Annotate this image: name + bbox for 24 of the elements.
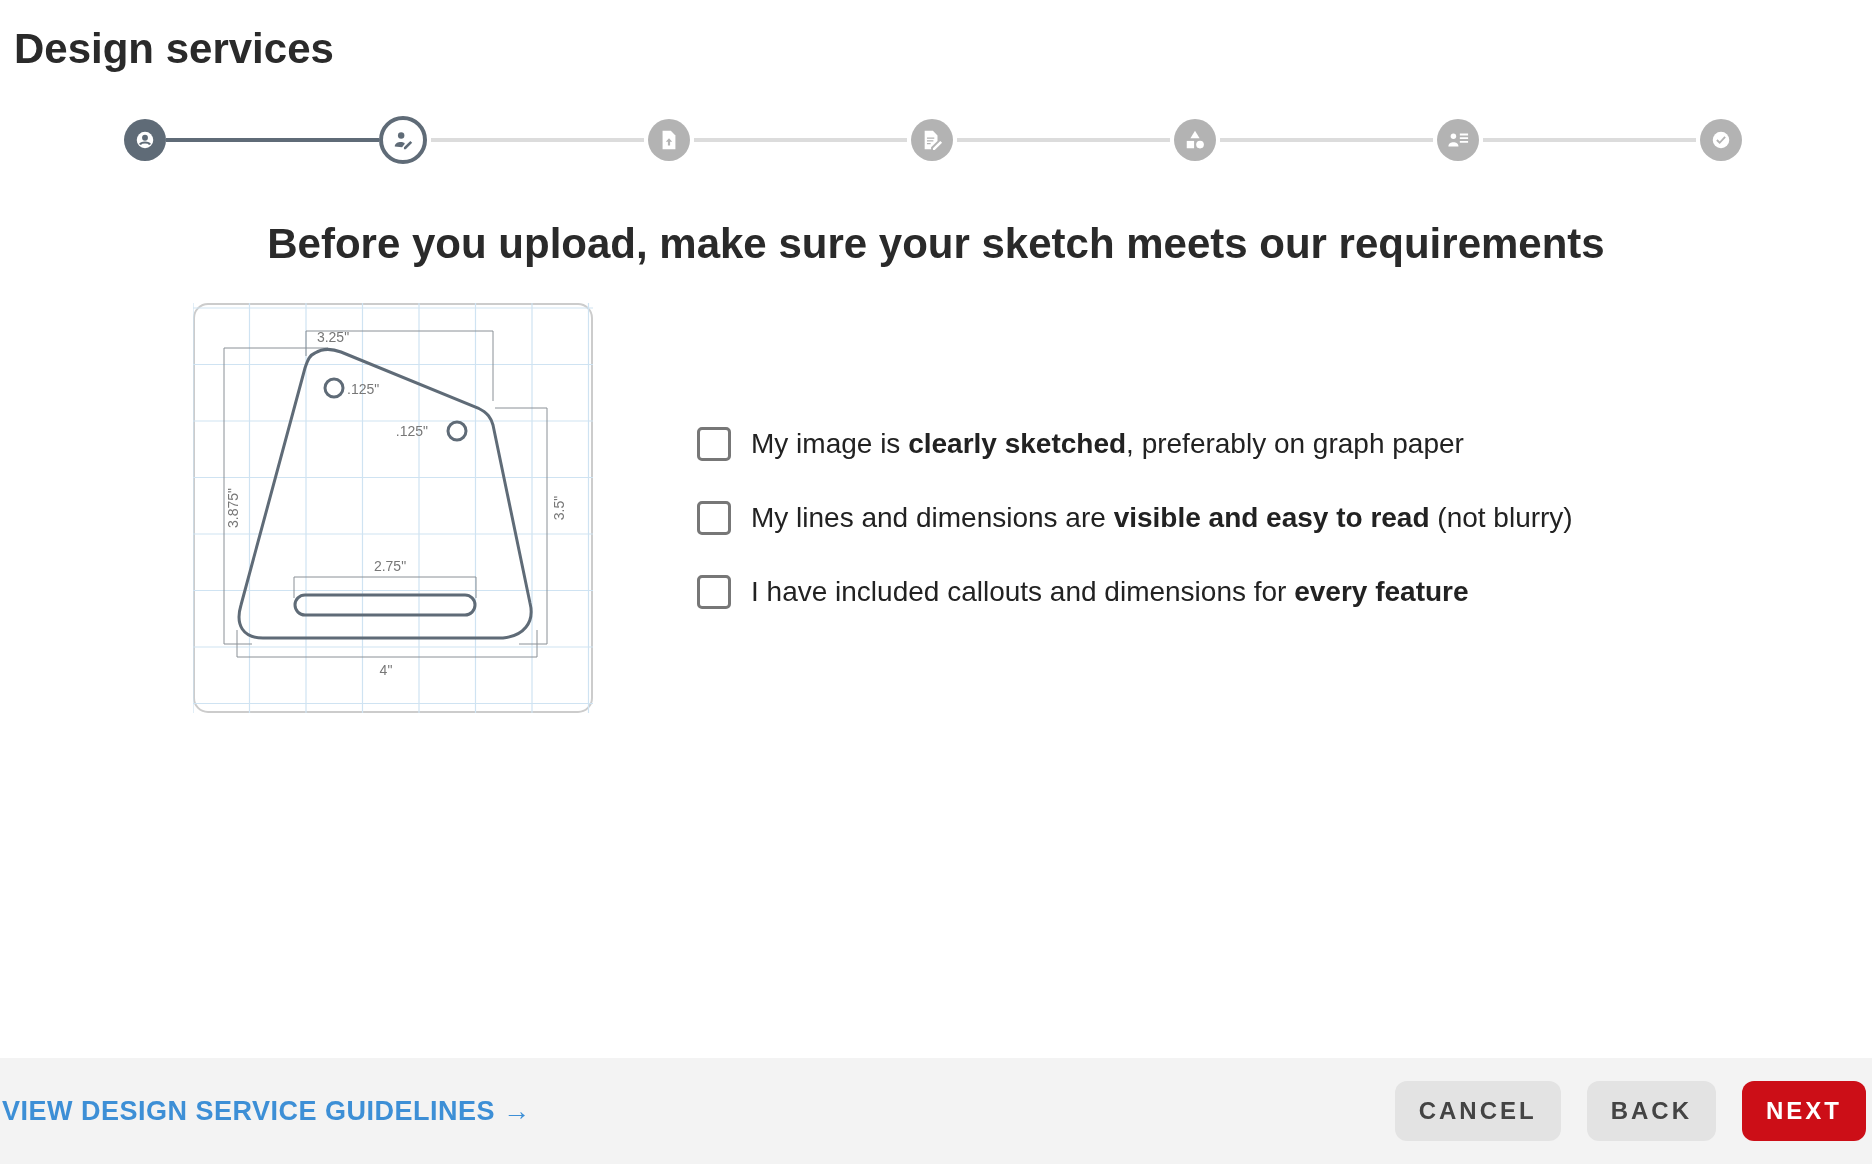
section-heading: Before you upload, make sure your sketch meets our requirements	[266, 219, 1606, 269]
dimension-label: .125"	[395, 423, 428, 439]
requirement-text: I have included callouts and dimensions for every feature	[751, 575, 1469, 609]
dimension-label: 3.875"	[225, 488, 241, 528]
back-button[interactable]: BACK	[1586, 1081, 1716, 1141]
requirement-text: My lines and dimensions are visible and easy to read (not blurry)	[751, 501, 1573, 535]
dimension-label: .125"	[347, 381, 380, 397]
checkbox[interactable]	[697, 501, 731, 535]
requirement-text: My image is clearly sketched, preferably on graph paper	[751, 427, 1464, 461]
dimension-label: 3.25"	[316, 329, 350, 345]
dimension-label: 3.5"	[551, 495, 567, 521]
person-icon	[134, 129, 156, 151]
step-indicator[interactable]	[124, 119, 166, 161]
shapes-icon	[1184, 129, 1206, 151]
checkbox[interactable]	[697, 575, 731, 609]
check-circle-icon	[1710, 129, 1732, 151]
checkbox[interactable]	[697, 427, 731, 461]
user-edit-icon	[392, 129, 414, 151]
next-button[interactable]: NEXT	[1742, 1081, 1866, 1141]
dimension-label: 4"	[379, 662, 393, 678]
page-title: Design services	[14, 28, 335, 70]
cancel-button[interactable]: CANCEL	[1394, 1081, 1561, 1141]
dimension-label: 2.75"	[373, 558, 407, 574]
step-indicator[interactable]	[379, 116, 427, 164]
